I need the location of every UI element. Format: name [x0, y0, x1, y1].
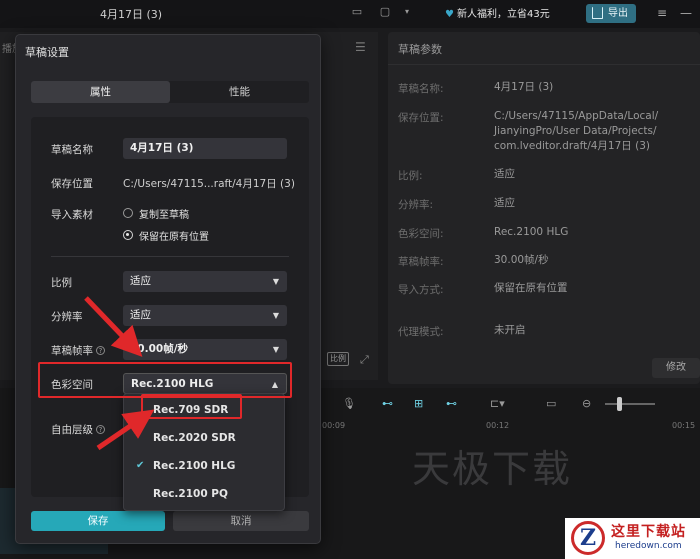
- arrow-framerate: [84, 296, 143, 357]
- annotation-arrows: [84, 296, 155, 451]
- arrow-rec709: [96, 409, 155, 451]
